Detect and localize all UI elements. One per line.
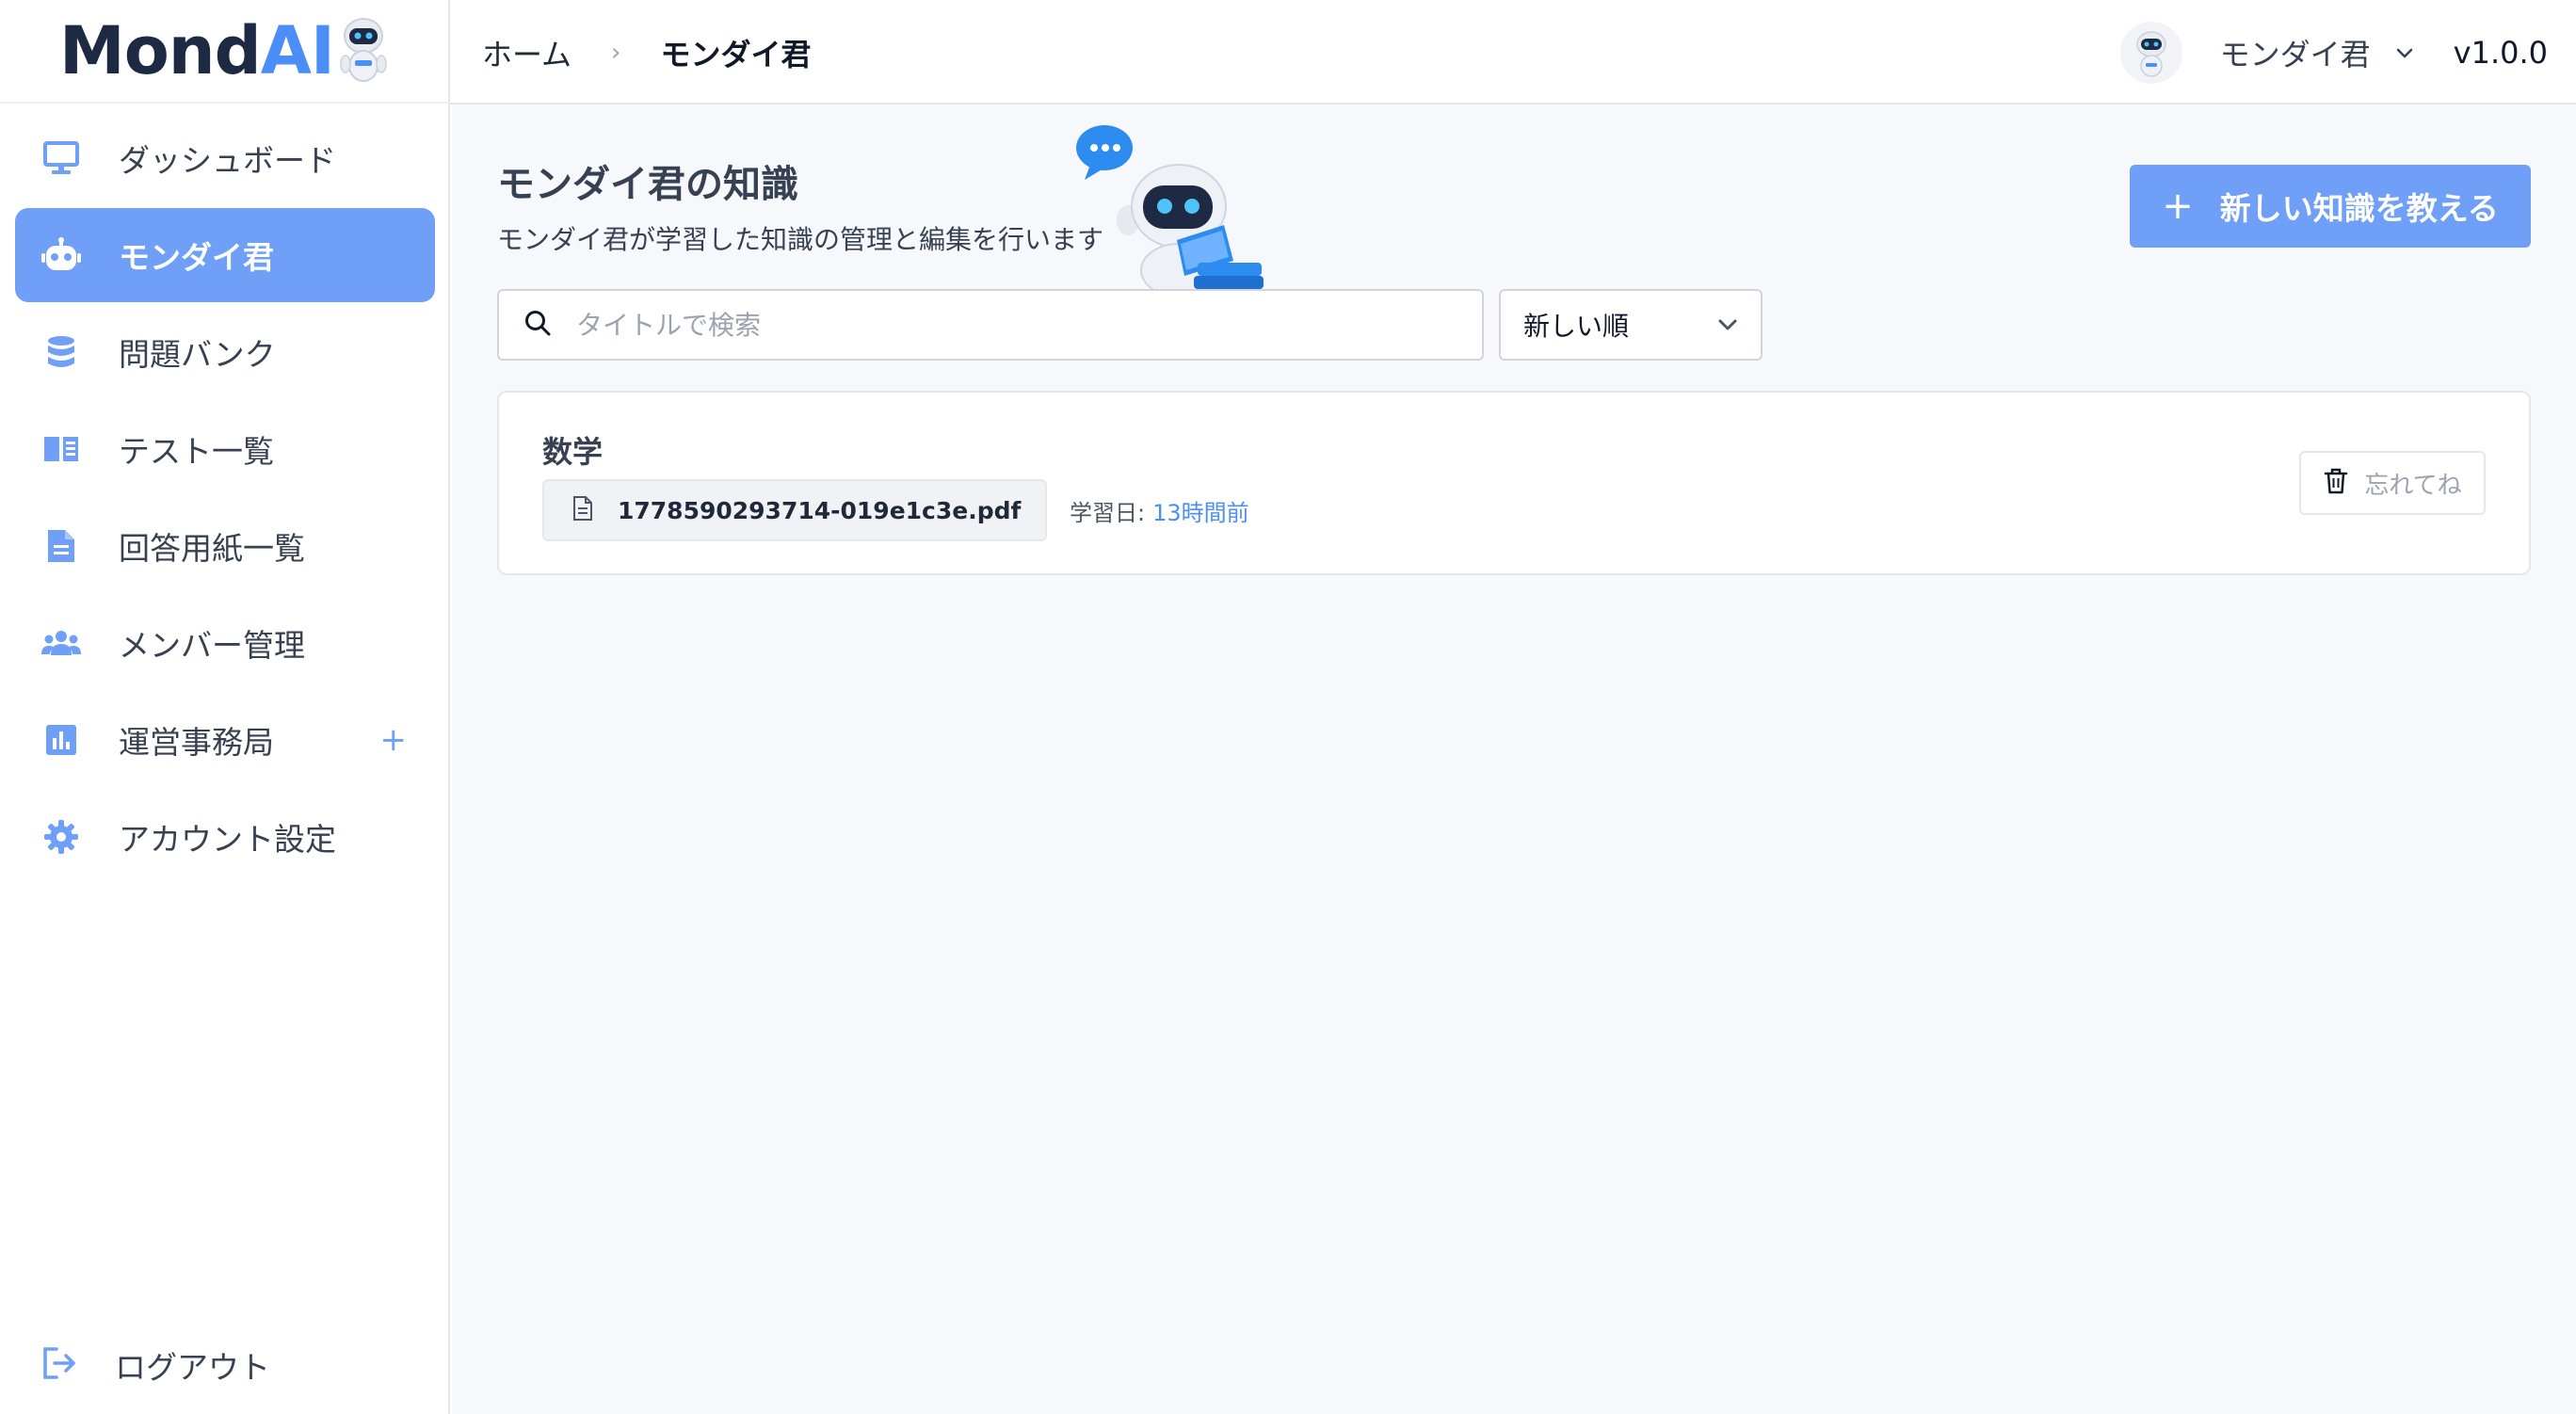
sidebar-nav: ダッシュボード モンダイ君 問題バンク テスト一覧 回答用紙一覧 メンバー管理 … [15,111,435,887]
sidebar-item-test-list[interactable]: テスト一覧 [15,402,435,496]
trash-icon [2323,467,2349,499]
book-open-icon [41,429,81,469]
sidebar-item-label: ダッシュボード [119,142,336,179]
sidebar-item-account-settings[interactable]: アカウント設定 [15,790,435,884]
sidebar-item-question-bank[interactable]: 問題バンク [15,305,435,399]
knowledge-title: 数学 [542,434,604,470]
search-box[interactable] [497,289,1484,361]
logout-label: ログアウト [115,1349,270,1386]
robot-mascot-icon [340,18,387,82]
sidebar-item-label: 問題バンク [119,336,276,373]
chart-icon [41,720,81,760]
sidebar: Mond AI ダッシュボード モンダイ君 問題バンク テスト一覧 回答用紙一覧… [0,0,450,1414]
top-header: ホーム › モンダイ君 モンダイ君 v1.0.0 [450,0,2576,104]
file-chip[interactable]: 1778590293714-019e1c3e.pdf [542,479,1047,541]
page-title: モンダイ君の知識 [497,163,798,206]
app-version: v1.0.0 [2453,35,2548,71]
sort-selected-value: 新しい順 [1523,311,1630,342]
forget-button[interactable]: 忘れてね [2299,451,2486,515]
user-menu[interactable]: モンダイ君 v1.0.0 [2119,21,2548,85]
sidebar-item-label: 運営事務局 [119,724,274,761]
logo-main: Mond [59,12,262,89]
learned-date: 学習日: 13時間前 [1070,494,1249,527]
chevron-down-icon[interactable] [2395,42,2416,63]
search-icon [523,309,552,341]
sidebar-item-dashboard[interactable]: ダッシュボード [15,111,435,205]
knowledge-card: 数学 1778590293714-019e1c3e.pdf 学習日: 13時間前 … [497,391,2531,575]
sidebar-item-answer-sheets[interactable]: 回答用紙一覧 [15,499,435,593]
file-name: 1778590293714-019e1c3e.pdf [618,496,1022,524]
robot-icon [41,235,81,275]
add-knowledge-label: 新しい知識を教える [2219,190,2499,227]
main-content: モンダイ君の知識 モンダイ君が学習した知識の管理と編集を行います + 新しい知識… [452,104,2576,1414]
logo-text: Mond AI [59,12,391,89]
user-name[interactable]: モンダイ君 [2220,31,2371,74]
sidebar-item-operations-office[interactable]: 運営事務局 + [15,693,435,787]
learned-value: 13時間前 [1152,500,1249,526]
sidebar-item-label: メンバー管理 [119,627,305,664]
logo-accent: AI [260,12,335,89]
robot-reading-illustration-icon [1076,125,1264,298]
breadcrumb-home-link[interactable]: ホーム [482,31,572,74]
monitor-icon [41,138,81,178]
chevron-down-icon [1717,317,1738,336]
breadcrumb: ホーム › モンダイ君 [482,28,811,77]
add-knowledge-button[interactable]: + 新しい知識を教える [2130,165,2531,248]
avatar[interactable] [2119,22,2182,84]
logo[interactable]: Mond AI [0,0,450,104]
sidebar-item-mondai-kun[interactable]: モンダイ君 [15,208,435,302]
learned-label: 学習日: [1070,500,1146,526]
sidebar-item-label: テスト一覧 [119,433,274,470]
gear-icon [41,817,81,857]
robot-avatar-icon [2135,31,2166,77]
forget-label: 忘れてね [2364,471,2462,500]
sidebar-item-member-management[interactable]: メンバー管理 [15,596,435,690]
logout-button[interactable]: ログアウト [15,1318,435,1412]
database-icon [41,332,81,372]
sort-select[interactable]: 新しい順 [1499,289,1763,361]
search-input[interactable] [576,309,1424,341]
users-icon [41,623,81,663]
page-description: モンダイ君が学習した知識の管理と編集を行います [497,224,1104,255]
breadcrumb-separator: › [611,39,621,67]
app-root: Mond AI ダッシュボード モンダイ君 問題バンク テスト一覧 回答用紙一覧… [0,0,2576,1414]
logout-icon [41,1346,77,1384]
expand-plus-icon[interactable]: + [380,721,408,759]
sidebar-item-label: 回答用紙一覧 [119,530,305,567]
plus-icon: + [2162,185,2194,228]
breadcrumb-current: モンダイ君 [660,37,812,72]
file-icon [572,495,593,525]
document-icon [41,526,81,566]
sidebar-item-label: モンダイ君 [119,239,274,276]
sidebar-item-label: アカウント設定 [119,821,336,858]
